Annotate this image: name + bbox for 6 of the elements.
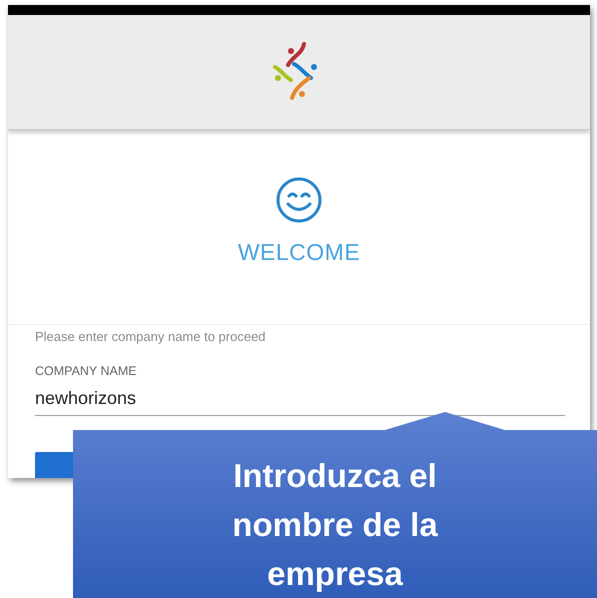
welcome-title: WELCOME: [238, 239, 360, 266]
instruction-text: Please enter company name to proceed: [35, 329, 267, 344]
field-label: COMPANY NAME: [35, 364, 138, 378]
callout-text: Introduzca el nombre de la empresa: [231, 456, 439, 594]
smiley-icon: [276, 177, 322, 223]
company-name-field[interactable]: newhorizons: [35, 382, 565, 416]
